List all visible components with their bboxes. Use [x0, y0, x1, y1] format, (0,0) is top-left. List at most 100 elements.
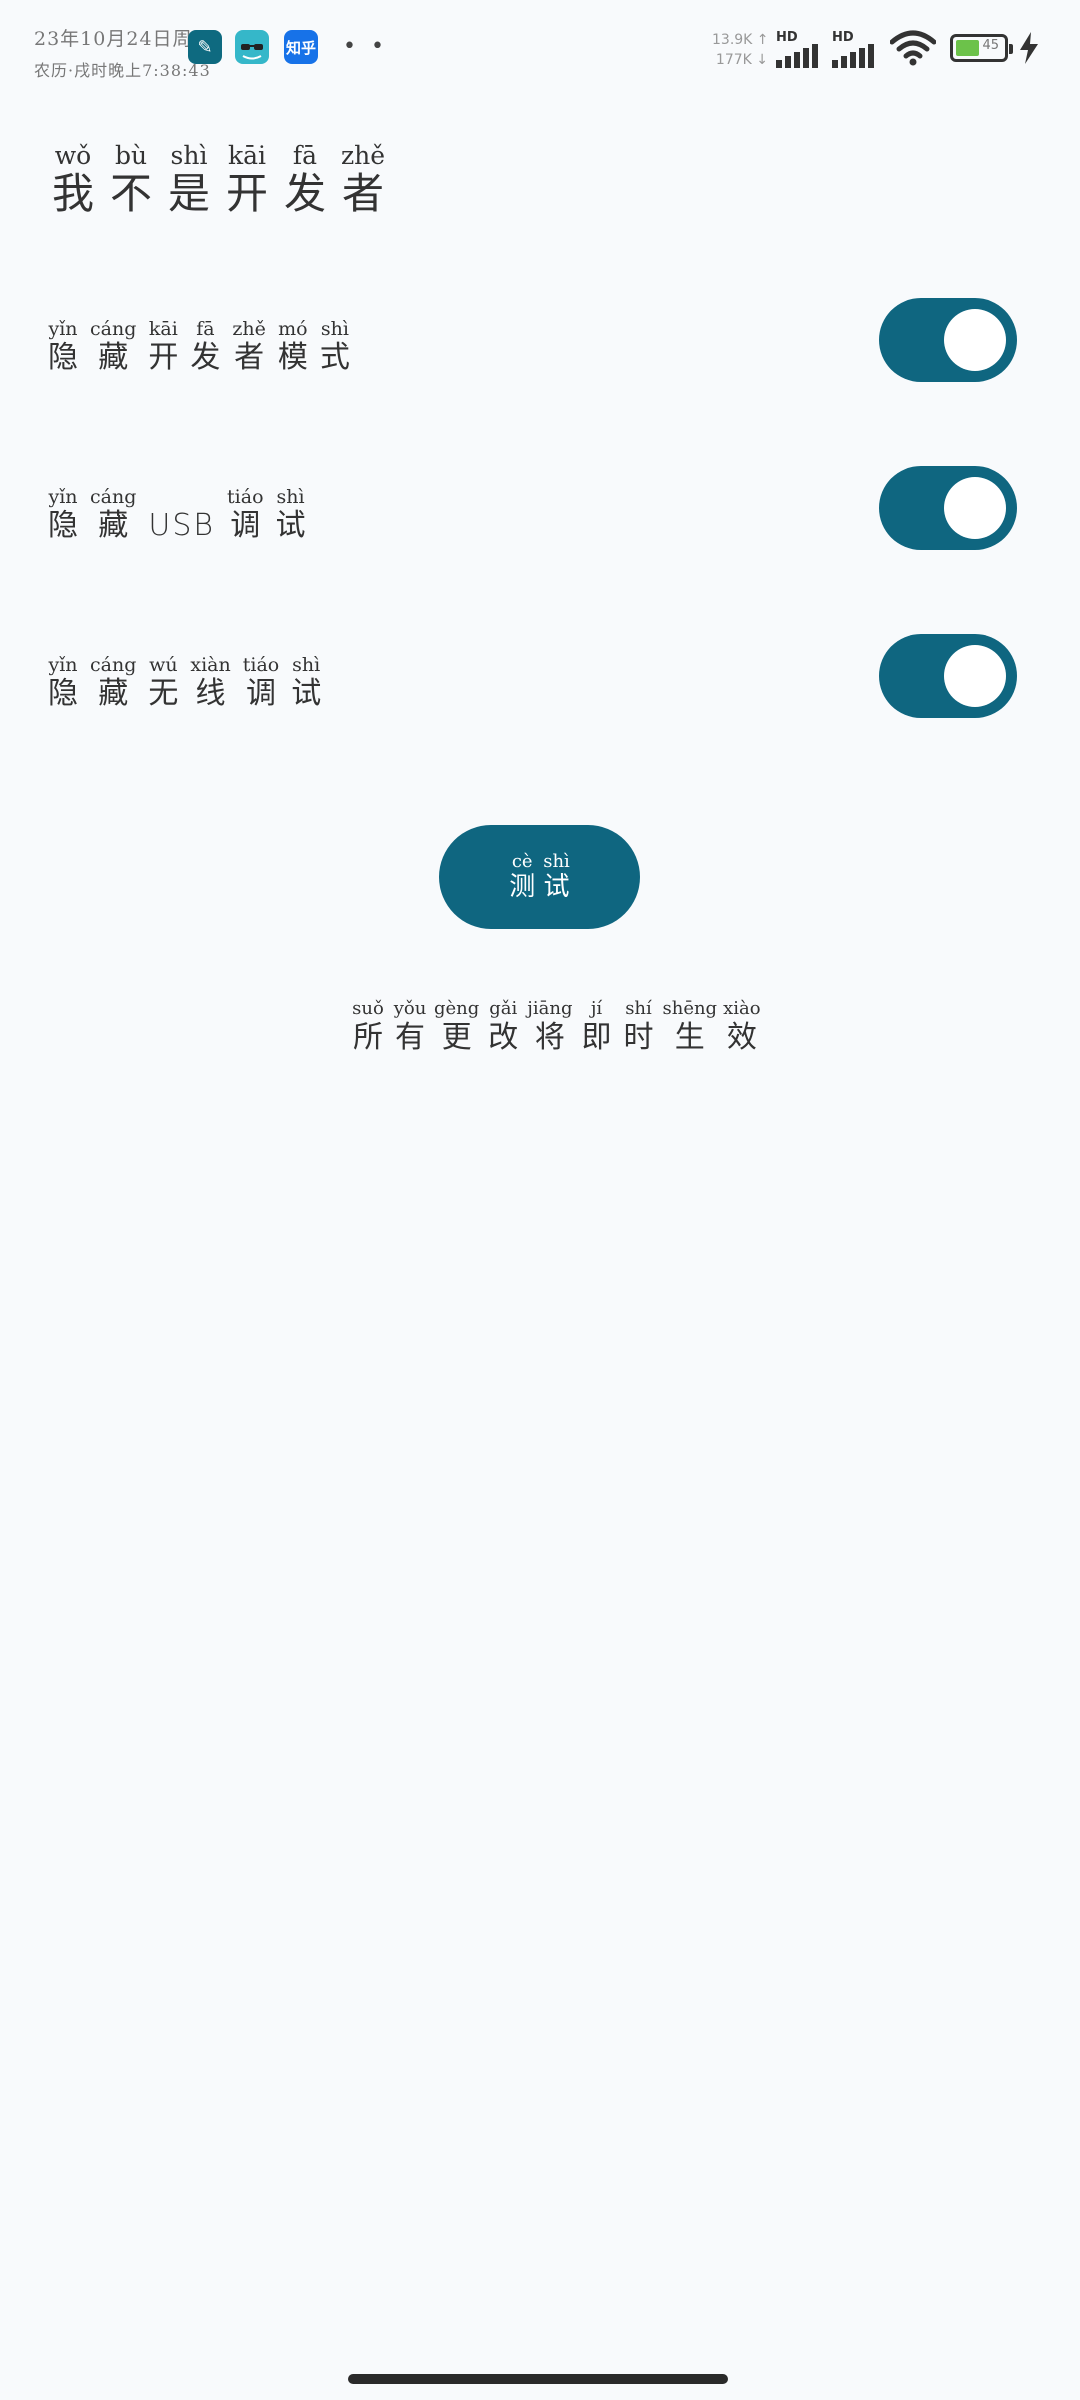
ruby-char: xiàn 线 — [190, 654, 230, 712]
label-character: 隐 — [48, 340, 78, 375]
pinyin-annotation: cáng — [90, 318, 137, 340]
label-character: 试 — [275, 508, 306, 543]
charging-bolt-icon — [1020, 32, 1038, 64]
ruby-char: jiāng 将 — [527, 998, 572, 1056]
ruby-char: shì 试 — [276, 486, 306, 544]
label-character: 隐 — [48, 508, 78, 543]
pinyin-annotation: yǒu — [393, 998, 427, 1019]
label-character: 发 — [283, 169, 326, 218]
label-character: 者 — [341, 169, 384, 218]
label-character: 发 — [190, 340, 221, 375]
status-clock: 23年10月24日周二 农历·戌时晚上7:38:43 — [34, 24, 213, 81]
ruby-char: kāi 开 — [224, 142, 270, 218]
battery-level — [956, 40, 980, 56]
pinyin-annotation: shì — [320, 318, 349, 340]
home-indicator[interactable] — [348, 2374, 728, 2384]
label-character: 将 — [534, 1020, 565, 1055]
label-character: 即 — [581, 1020, 612, 1055]
label-character: 线 — [195, 676, 226, 711]
pinyin-annotation: yǐn — [48, 318, 78, 340]
ruby-char: yǒu 有 — [392, 998, 428, 1056]
pinyin-annotation: suǒ — [352, 998, 384, 1019]
pinyin-annotation: mó — [278, 318, 308, 340]
hide-usb-debugging-toggle[interactable] — [879, 466, 1017, 550]
pinyin-annotation: shí — [625, 998, 652, 1019]
pinyin-annotation: cáng — [90, 654, 137, 676]
pinyin-annotation: wú — [149, 654, 178, 676]
ruby-char: suǒ 所 — [350, 998, 386, 1056]
pinyin-annotation: tiáo — [227, 486, 264, 508]
ruby-char: mó 模 — [278, 318, 308, 376]
pinyin-annotation: shì — [170, 141, 208, 170]
pinyin-annotation: kāi — [148, 318, 178, 340]
label-character: 无 — [148, 676, 179, 711]
pinyin-annotation: gèng — [434, 998, 480, 1019]
ruby-char: wú 无 — [148, 654, 178, 712]
test-button[interactable]: cè 测 shì 试 — [439, 825, 640, 929]
wifi-icon — [890, 30, 936, 66]
pinyin-annotation: cè — [511, 851, 533, 872]
sim1-hd-label: HD — [776, 30, 798, 45]
download-speed: 177K ↓ — [715, 52, 768, 68]
ruby-char: shì 试 — [291, 654, 321, 712]
label-character: 开 — [148, 340, 179, 375]
pinyin-annotation: shēng — [662, 998, 718, 1019]
label-character: 不 — [109, 169, 152, 218]
label-character: 测 — [509, 872, 536, 902]
ruby-char: gǎi 改 — [485, 998, 521, 1056]
label-character: 生 — [674, 1020, 705, 1055]
ruby-char: fā 发 — [282, 142, 328, 218]
more-notifications-icon: • • — [343, 34, 388, 59]
label-character: 我 — [51, 169, 94, 218]
toggle-knob — [944, 309, 1006, 371]
label-character: 调 — [230, 508, 261, 543]
label-character: 调 — [245, 676, 276, 711]
page-title: wǒ 我 bù 不 shì 是 kāi 开 fā 发 zhě 者 — [50, 142, 398, 218]
network-speed: 13.9K ↑ 177K ↓ — [712, 30, 769, 70]
label-character: 藏 — [98, 676, 129, 711]
ruby-char: tiáo 调 — [243, 654, 279, 712]
toggle-knob — [944, 477, 1006, 539]
ruby-char: yǐn 隐 — [48, 318, 78, 376]
pinyin-annotation: kāi — [227, 141, 267, 170]
setting-row-hide-wireless-debugging: yǐn 隐 cáng 藏 wú 无 xiàn 线 tiáo 调 shì 试 — [0, 634, 1080, 734]
pinyin-annotation: xiàn — [190, 654, 231, 676]
ruby-char: xiào 效 — [723, 998, 760, 1056]
ruby-char: shì 式 — [320, 318, 350, 376]
hide-wireless-debugging-toggle[interactable] — [879, 634, 1017, 718]
pinyin-annotation: shì — [292, 654, 321, 676]
pinyin-annotation: bù — [114, 141, 148, 170]
setting-row-hide-developer-mode: yǐn 隐 cáng 藏 kāi 开 fā 发 zhě 者 mó 模 shì 式 — [0, 298, 1080, 398]
setting-label-hide-developer-mode: yǐn 隐 cáng 藏 kāi 开 fā 发 zhě 者 mó 模 shì 式 — [48, 318, 362, 376]
pinyin-annotation: fā — [292, 141, 318, 170]
upload-speed: 13.9K ↑ — [712, 32, 769, 48]
hide-developer-mode-toggle[interactable] — [879, 298, 1017, 382]
label-character: 式 — [319, 340, 350, 375]
ruby-char: cáng 藏 — [90, 654, 136, 712]
pinyin-annotation: shì — [276, 486, 305, 508]
ruby-char: zhě 者 — [232, 318, 266, 376]
ruby-char: kāi 开 — [148, 318, 178, 376]
ruby-char: jí 即 — [578, 998, 614, 1056]
status-bar: 23年10月24日周二 农历·戌时晚上7:38:43 ✎ 知乎 • • 13.9… — [0, 0, 1080, 100]
label-character: 试 — [543, 872, 570, 902]
label-character: 藏 — [98, 340, 129, 375]
pinyin-annotation: jiāng — [527, 998, 573, 1019]
setting-label-hide-wireless-debugging: yǐn 隐 cáng 藏 wú 无 xiàn 线 tiáo 调 shì 试 — [48, 654, 333, 712]
ruby-char: fā 发 — [190, 318, 220, 376]
clipboard-app-icon: ✎ — [188, 30, 222, 64]
label-character: 隐 — [48, 676, 78, 711]
status-date: 23年10月24日周二 — [34, 28, 213, 50]
label-character: 时 — [623, 1020, 654, 1055]
label-character: 更 — [441, 1020, 472, 1055]
toggle-knob — [944, 645, 1006, 707]
pinyin-annotation: gǎi — [489, 998, 518, 1019]
app-screen: 23年10月24日周二 农历·戌时晚上7:38:43 ✎ 知乎 • • 13.9… — [0, 0, 1080, 2400]
ruby-char: yǐn 隐 — [48, 654, 78, 712]
label-character: 藏 — [98, 508, 129, 543]
label-character: 模 — [277, 340, 308, 375]
ruby-char: gèng 更 — [434, 998, 479, 1056]
setting-row-hide-usb-debugging: yǐn 隐 cáng 藏 USB tiáo 调 shì 试 — [0, 466, 1080, 566]
ruby-char: tiáo 调 — [227, 486, 263, 544]
ruby-char: shēng 生 — [662, 998, 717, 1056]
